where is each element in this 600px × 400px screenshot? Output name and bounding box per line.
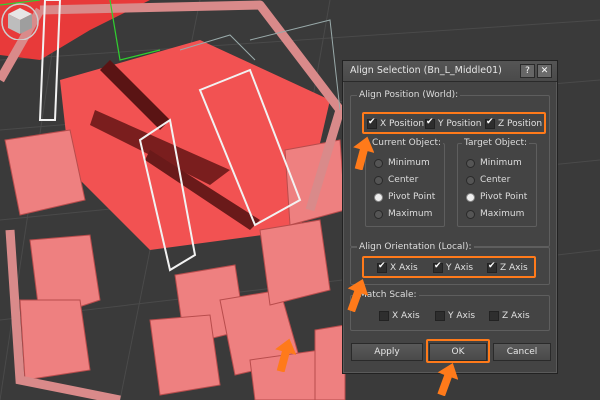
match-scale-group: Match Scale: X Axis Y Axis Z Axis: [350, 290, 550, 331]
current-maximum-radio[interactable]: Maximum: [374, 209, 432, 219]
radio-dot-icon: [466, 158, 475, 168]
current-minimum-label: Minimum: [388, 158, 430, 168]
radio-dot-selected-icon: [466, 192, 475, 202]
radio-dot-icon: [466, 175, 475, 185]
current-object-label: Current Object:: [370, 138, 444, 148]
align-position-label: Align Position (World):: [357, 90, 461, 100]
arrow-up-icon: [275, 338, 296, 372]
scale-z-check-icon: [489, 311, 499, 321]
cancel-button[interactable]: Cancel: [493, 343, 551, 361]
ok-highlight-box: [426, 339, 490, 363]
target-minimum-label: Minimum: [480, 158, 522, 168]
radio-dot-icon: [374, 209, 383, 219]
radio-dot-selected-icon: [374, 192, 383, 202]
current-pivot-radio[interactable]: Pivot Point: [374, 192, 435, 202]
scale-z-label: Z Axis: [502, 311, 530, 321]
current-object-group: Current Object: Minimum Center Pivot Poi…: [365, 138, 445, 227]
scale-z-axis-checkbox[interactable]: Z Axis: [489, 311, 530, 321]
target-object-group: Target Object: Minimum Center Pivot Poin…: [457, 138, 537, 227]
position-highlight-box: [362, 112, 546, 134]
target-maximum-radio[interactable]: Maximum: [466, 209, 524, 219]
viewcube-icon[interactable]: [0, 0, 40, 40]
target-maximum-label: Maximum: [480, 209, 525, 219]
current-minimum-radio[interactable]: Minimum: [374, 158, 430, 168]
radio-dot-icon: [466, 209, 475, 219]
target-center-label: Center: [480, 175, 511, 185]
target-pivot-label: Pivot Point: [480, 192, 528, 202]
current-center-label: Center: [388, 175, 419, 185]
scale-x-axis-checkbox[interactable]: X Axis: [379, 311, 420, 321]
target-center-radio[interactable]: Center: [466, 175, 510, 185]
arrow-up-icon: [353, 136, 374, 170]
dialog-titlebar[interactable]: Align Selection (Bn_L_Middle01) ? ✕: [343, 61, 557, 82]
scale-y-axis-checkbox[interactable]: Y Axis: [435, 311, 475, 321]
scale-y-label: Y Axis: [448, 311, 476, 321]
scale-x-check-icon: [379, 311, 389, 321]
current-center-radio[interactable]: Center: [374, 175, 418, 185]
dialog-title: Align Selection (Bn_L_Middle01): [350, 65, 502, 76]
target-object-label: Target Object:: [462, 138, 530, 148]
current-pivot-label: Pivot Point: [388, 192, 436, 202]
target-minimum-radio[interactable]: Minimum: [466, 158, 522, 168]
orientation-highlight-box: [362, 256, 536, 278]
scale-y-check-icon: [435, 311, 445, 321]
current-maximum-label: Maximum: [388, 209, 433, 219]
arrow-up-icon: [437, 363, 458, 396]
scale-x-label: X Axis: [392, 311, 420, 321]
help-button[interactable]: ?: [520, 64, 535, 78]
arrow-up-icon: [347, 279, 368, 312]
align-orientation-label: Align Orientation (Local):: [357, 242, 474, 252]
radio-dot-icon: [374, 158, 383, 168]
close-button[interactable]: ✕: [537, 64, 552, 78]
apply-button[interactable]: Apply: [351, 343, 423, 361]
target-pivot-radio[interactable]: Pivot Point: [466, 192, 527, 202]
radio-dot-icon: [374, 175, 383, 185]
align-selection-dialog: Align Selection (Bn_L_Middle01) ? ✕ Alig…: [342, 60, 558, 374]
